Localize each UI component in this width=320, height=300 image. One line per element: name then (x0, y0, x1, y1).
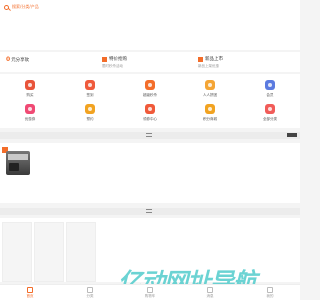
group-icon (205, 80, 215, 90)
tab-label: 首页 (26, 294, 34, 298)
product-image (6, 151, 30, 175)
promo-item-flash-sale[interactable]: 特价抢购 限时秒杀活动 (102, 56, 197, 69)
ticket-icon (145, 104, 155, 114)
gem-icon (265, 80, 275, 90)
promo-item-new[interactable]: 新品上市 新品上架优惠 (198, 56, 293, 69)
points-icon (205, 104, 215, 114)
nav-grid: 购买 签到 超级秒杀 人人拼团 会员 优惠券 预约 领券中心 积分商城 全部分类 (0, 74, 300, 128)
gift-icon (85, 80, 95, 90)
search-icon (4, 4, 9, 10)
nav-label: 全部分类 (263, 117, 277, 121)
nav-label: 会员 (266, 93, 274, 97)
divider-icon (146, 209, 152, 213)
tab-category[interactable]: 分类 (75, 287, 105, 299)
nav-item-buy[interactable]: 购买 (10, 80, 50, 98)
nav-item-member[interactable]: 会员 (250, 80, 290, 98)
nav-label: 超级秒杀 (143, 93, 157, 97)
tab-label: 购物车 (144, 294, 156, 298)
nav-item-group[interactable]: 人人拼团 (190, 80, 230, 98)
promo-price: 0 (6, 56, 11, 63)
user-icon (267, 287, 273, 293)
promo-tag-icon (198, 56, 203, 62)
tab-message[interactable]: 消息 (195, 287, 225, 299)
cart-icon (25, 80, 35, 90)
nav-item-coupon[interactable]: 优惠券 (10, 104, 50, 122)
nav-item-reserve[interactable]: 预约 (70, 104, 110, 122)
search-bar[interactable]: 搜索/分类/产品 (0, 0, 300, 14)
nav-label: 人人拼团 (203, 93, 217, 97)
more-button[interactable] (287, 133, 297, 137)
nav-item-signin[interactable]: 签到 (70, 80, 110, 98)
nav-label: 签到 (86, 93, 94, 97)
nav-label: 购买 (26, 93, 34, 97)
search-text: 搜索/分类/产品 (12, 4, 39, 9)
divider-icon (146, 133, 152, 137)
flash-icon (145, 80, 155, 90)
product-tile[interactable] (66, 222, 96, 282)
tab-label: 消息 (206, 294, 214, 298)
nav-label: 预约 (86, 117, 94, 121)
tab-bar: 首页 分类 购物车 消息 我的 (0, 284, 300, 300)
nav-label: 优惠券 (24, 117, 36, 121)
nav-item-flash[interactable]: 超级秒杀 (130, 80, 170, 98)
section-divider (0, 132, 300, 139)
tab-label: 分类 (86, 294, 94, 298)
promo-title: 元分享砍 (11, 57, 30, 63)
cart-icon (147, 287, 153, 293)
coupon-icon (25, 104, 35, 114)
section-divider (0, 208, 300, 215)
promo-title: 特价抢购 (109, 57, 127, 62)
nav-item-points[interactable]: 积分商城 (190, 104, 230, 122)
promo-tag-icon (102, 56, 107, 62)
banner[interactable] (0, 14, 300, 50)
menu-icon (265, 104, 275, 114)
product-tile[interactable] (2, 222, 32, 282)
tab-cart[interactable]: 购物车 (135, 287, 165, 299)
promo-subtitle: 限时秒杀活动 (102, 64, 123, 68)
tab-home[interactable]: 首页 (15, 287, 45, 299)
product-list (0, 143, 300, 203)
promo-subtitle: 新品上架优惠 (198, 64, 219, 68)
promo-row: 0 元分享砍 特价抢购 限时秒杀活动 新品上市 新品上架优惠 (0, 52, 300, 72)
home-icon (27, 287, 33, 293)
nav-item-all-categories[interactable]: 全部分类 (250, 104, 290, 122)
product-tile[interactable] (34, 222, 64, 282)
nav-label: 领券中心 (143, 117, 157, 121)
message-icon (207, 287, 213, 293)
bell-icon (85, 104, 95, 114)
grid-icon (87, 287, 93, 293)
promo-title: 新品上市 (205, 57, 223, 62)
tab-label: 我的 (266, 294, 274, 298)
promo-item-share[interactable]: 0 元分享砍 (6, 56, 101, 65)
nav-label: 积分商城 (203, 117, 217, 121)
product-card[interactable] (2, 147, 32, 187)
tab-mine[interactable]: 我的 (255, 287, 285, 299)
nav-item-coupon-center[interactable]: 领券中心 (130, 104, 170, 122)
